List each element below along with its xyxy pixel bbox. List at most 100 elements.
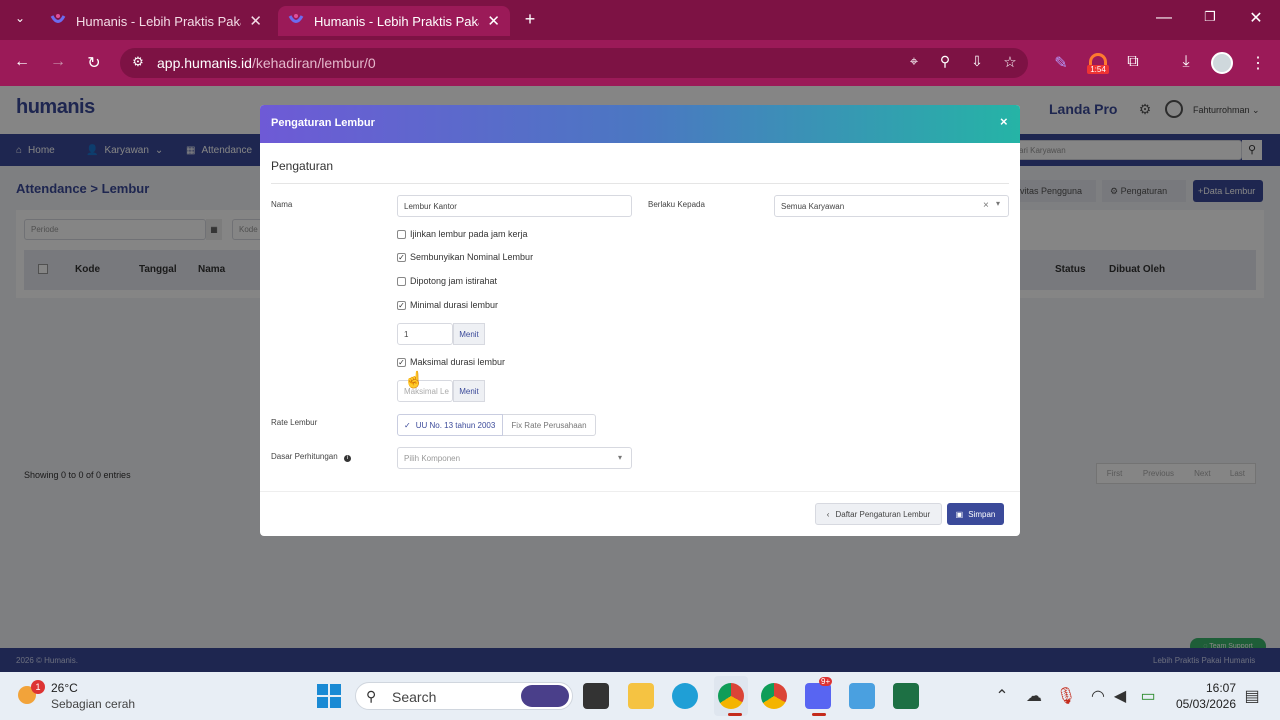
microphone-icon[interactable]: 🎙 bbox=[1054, 686, 1078, 706]
checkbox-label: Ijinkan lembur pada jam kerja bbox=[410, 229, 528, 239]
simpan-button[interactable]: ▣ Simpan bbox=[947, 503, 1004, 525]
weather-desc: Sebagian cerah bbox=[51, 697, 136, 711]
new-tab-icon[interactable]: + bbox=[518, 9, 542, 30]
timer-badge: 1:54 bbox=[1087, 65, 1109, 74]
file-taskbar-icon[interactable] bbox=[583, 683, 609, 709]
forward-icon[interactable]: → bbox=[46, 53, 70, 71]
simpan-label: Simpan bbox=[968, 509, 996, 519]
berlaku-select[interactable]: Semua Karyawan × ▾ bbox=[774, 195, 1009, 217]
rate-uu-option[interactable]: ✓ UU No. 13 tahun 2003 bbox=[397, 414, 503, 436]
check-icon: ✓ bbox=[404, 420, 411, 430]
tab-title: Humanis - Lebih Praktis Pakai H bbox=[76, 13, 241, 29]
browser-tab-2[interactable]: Humanis - Lebih Praktis Pakai H ✕ bbox=[278, 6, 510, 36]
search-label: Search bbox=[392, 689, 437, 705]
reload-icon[interactable]: ↻ bbox=[82, 53, 106, 73]
timer-extension-icon[interactable]: 1:54 bbox=[1087, 53, 1109, 77]
battery-icon[interactable]: ▭ bbox=[1136, 686, 1160, 706]
modal-title: Pengaturan Lembur bbox=[271, 117, 375, 129]
checkbox-label: Dipotong jam istirahat bbox=[410, 276, 498, 286]
url-text: app.humanis.id/kehadiran/lembur/0 bbox=[157, 55, 376, 71]
checkbox-box-checked[interactable]: ✓ bbox=[397, 357, 406, 367]
checkbox-box-checked[interactable]: ✓ bbox=[397, 300, 406, 310]
onedrive-icon[interactable]: ☁ bbox=[1022, 686, 1046, 706]
hand-cursor-icon: ☝ bbox=[404, 372, 424, 389]
chevron-down-icon: ▾ bbox=[618, 453, 623, 462]
dasar-label: Dasar Perhitungan i bbox=[271, 452, 351, 462]
nama-label: Nama bbox=[271, 200, 293, 209]
tab-search-icon[interactable]: ⌄ bbox=[8, 11, 32, 25]
wifi-icon[interactable]: ◠ bbox=[1086, 686, 1110, 706]
chevron-down-icon: ▾ bbox=[996, 199, 1001, 208]
notification-icon[interactable]: ▤ bbox=[1240, 686, 1264, 706]
discord-badge: 9+ bbox=[819, 677, 833, 686]
checkbox-box[interactable] bbox=[397, 229, 406, 239]
rate-uu-label: UU No. 13 tahun 2003 bbox=[415, 420, 496, 430]
checkbox-label: Maksimal durasi lembur bbox=[410, 357, 506, 367]
clock-date[interactable]: 05/03/2026 bbox=[1170, 697, 1236, 711]
chrome-profile-icon[interactable] bbox=[761, 683, 787, 709]
dasar-select[interactable]: Pilih Komponen ▾ bbox=[397, 447, 632, 469]
url-path: /kehadiran/lembur/0 bbox=[251, 55, 376, 71]
feather-extension-icon[interactable]: ✎ bbox=[1049, 53, 1073, 73]
discord-icon[interactable]: 9+ bbox=[805, 677, 833, 709]
checkbox-label: Minimal durasi lembur bbox=[410, 300, 499, 310]
bookmark-star-icon[interactable]: ☆ bbox=[998, 53, 1022, 71]
weather-icon[interactable]: 1 bbox=[18, 680, 45, 706]
active-indicator bbox=[728, 713, 742, 716]
excel-icon[interactable] bbox=[893, 683, 919, 709]
tray-chevron-icon[interactable]: ⌃ bbox=[990, 686, 1014, 706]
menit-addon: Menit bbox=[453, 380, 485, 402]
menu-kebab-icon[interactable]: ⋮ bbox=[1246, 53, 1270, 73]
window-close-icon[interactable]: ✕ bbox=[1244, 8, 1268, 28]
checkbox-dipotong[interactable]: Dipotong jam istirahat bbox=[397, 276, 497, 286]
clock-time[interactable]: 16:07 bbox=[1180, 681, 1236, 695]
notepad-icon[interactable] bbox=[849, 683, 875, 709]
nama-input[interactable]: Lembur Kantor bbox=[397, 195, 632, 217]
downloads-icon[interactable]: ⤓ bbox=[1174, 53, 1198, 71]
taskbar-search[interactable]: ⚲ Search bbox=[355, 682, 573, 710]
checkbox-box[interactable] bbox=[397, 276, 406, 286]
zoom-icon[interactable]: ⚲ bbox=[933, 53, 957, 70]
checkbox-box-checked[interactable]: ✓ bbox=[397, 252, 406, 262]
clear-icon[interactable]: × bbox=[983, 200, 989, 211]
chrome-icon[interactable] bbox=[718, 683, 744, 709]
weather-badge: 1 bbox=[31, 680, 45, 694]
daftar-pengaturan-button[interactable]: ‹ Daftar Pengaturan Lembur bbox=[815, 503, 942, 525]
search-icon: ⚲ bbox=[366, 688, 377, 704]
checkbox-sembunyikan[interactable]: ✓ Sembunyikan Nominal Lembur bbox=[397, 252, 533, 262]
weather-temp: 26°C bbox=[51, 681, 78, 695]
url-host: app.humanis.id bbox=[157, 55, 252, 71]
file-explorer-icon[interactable] bbox=[628, 683, 654, 709]
modal-close-icon[interactable]: × bbox=[1000, 114, 1008, 129]
checkbox-maksimal[interactable]: ✓ Maksimal durasi lembur bbox=[397, 357, 505, 367]
address-bar[interactable]: ⚙ app.humanis.id/kehadiran/lembur/0 ⌖ ⚲ … bbox=[120, 48, 1028, 78]
checkbox-ijinkan[interactable]: Ijinkan lembur pada jam kerja bbox=[397, 229, 528, 239]
minimal-value: 1 bbox=[404, 329, 409, 339]
rate-fix-option[interactable]: Fix Rate Perusahaan bbox=[503, 414, 596, 436]
section-title: Pengaturan bbox=[271, 159, 334, 173]
active-indicator bbox=[812, 713, 826, 716]
minimal-durasi-input[interactable]: 1 bbox=[397, 323, 453, 345]
back-icon[interactable]: ← bbox=[10, 53, 34, 71]
tab-title: Humanis - Lebih Praktis Pakai H bbox=[314, 13, 479, 29]
extensions-puzzle-icon[interactable]: ⧉ bbox=[1121, 53, 1145, 71]
daftar-label: Daftar Pengaturan Lembur bbox=[835, 509, 931, 519]
install-app-icon[interactable]: ⇩ bbox=[965, 53, 989, 70]
info-icon[interactable]: i bbox=[343, 455, 351, 462]
tab-close-icon[interactable]: ✕ bbox=[487, 12, 500, 30]
chevron-left-icon: ‹ bbox=[826, 509, 830, 519]
site-info-icon[interactable]: ⚙ bbox=[126, 54, 150, 70]
humanis-favicon-icon bbox=[50, 13, 66, 29]
profile-avatar[interactable] bbox=[1211, 52, 1233, 74]
tab-close-icon[interactable]: ✕ bbox=[249, 12, 262, 30]
windows-start-icon[interactable] bbox=[317, 684, 341, 708]
edge-icon[interactable] bbox=[672, 683, 698, 709]
divider bbox=[271, 183, 1009, 184]
minimize-icon[interactable]: — bbox=[1152, 9, 1176, 27]
checkbox-minimal[interactable]: ✓ Minimal durasi lembur bbox=[397, 300, 498, 310]
browser-tab-1[interactable]: Humanis - Lebih Praktis Pakai H ✕ bbox=[40, 6, 272, 36]
location-icon[interactable]: ⌖ bbox=[902, 53, 926, 70]
rate-label: Rate Lembur bbox=[271, 418, 318, 427]
volume-icon[interactable]: ◀ bbox=[1108, 686, 1132, 706]
restore-icon[interactable]: ❐ bbox=[1198, 9, 1222, 25]
